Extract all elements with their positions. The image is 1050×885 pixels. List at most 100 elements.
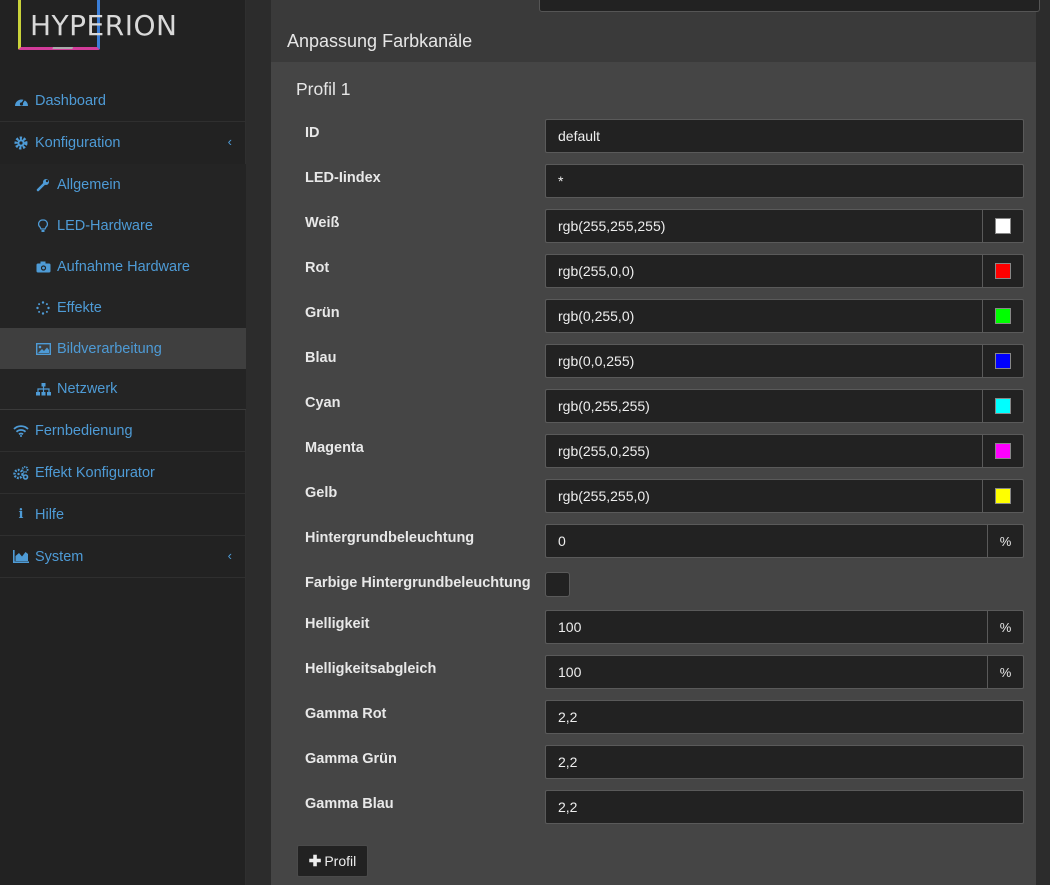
gear-icon <box>12 135 30 151</box>
red-label: Rot <box>305 260 330 276</box>
id-field[interactable]: default <box>545 119 1024 153</box>
chevron-left-icon: ‹ <box>227 134 232 149</box>
gamma-blue-label: Gamma Blau <box>305 796 394 812</box>
sidebar-item-allgemein[interactable]: Allgemein <box>0 164 246 205</box>
magenta-swatch <box>995 443 1011 459</box>
white-swatch <box>995 218 1011 234</box>
brightness-label: Helligkeit <box>305 616 370 632</box>
sidebar-item-label: Netzwerk <box>57 381 118 397</box>
green-swatch <box>995 308 1011 324</box>
yellow-label: Gelb <box>305 485 338 501</box>
info-icon: i <box>18 507 24 522</box>
blue-swatch <box>995 353 1011 369</box>
cyan-color-picker[interactable] <box>982 389 1024 423</box>
sidebar-item-label: Dashboard <box>35 92 106 109</box>
brightness-comp-label: Helligkeitsabgleich <box>305 661 437 677</box>
brightness-comp-unit: % <box>987 655 1024 689</box>
profile-title: Profil 1 <box>296 79 351 99</box>
logo-stand <box>50 47 74 53</box>
cyan-label: Cyan <box>305 395 341 411</box>
sidebar-item-label: Bildverarbeitung <box>57 340 162 357</box>
sidebar-item-led-hardware[interactable]: LED-Hardware <box>0 205 246 246</box>
gamma-red-field[interactable]: 2,2 <box>545 700 1024 734</box>
sidebar-item-label: Effekte <box>57 299 102 316</box>
brightness-field[interactable]: 100 <box>545 610 988 644</box>
brightness-comp-field[interactable]: 100 <box>545 655 988 689</box>
sidebar-item-label: Konfiguration <box>35 135 121 151</box>
gamma-green-label: Gamma Grün <box>305 751 397 767</box>
image-icon <box>34 341 52 357</box>
sidebar-item-bildverarbeitung[interactable]: Bildverarbeitung <box>0 328 246 369</box>
magenta-color-picker[interactable] <box>982 434 1024 468</box>
sidebar-item-label: LED-Hardware <box>57 217 153 234</box>
wrench-icon <box>34 177 52 193</box>
backlight-unit: % <box>987 524 1024 558</box>
sidebar-item-fernbedienung[interactable]: Fernbedienung <box>0 410 246 452</box>
app-root: HYPERION Dashboard Konfiguration ‹ Allge… <box>0 0 1050 885</box>
blue-label: Blau <box>305 350 337 366</box>
sitemap-icon <box>34 381 52 397</box>
green-label: Grün <box>305 305 340 321</box>
red-color-picker[interactable] <box>982 254 1024 288</box>
brightness-unit: % <box>987 610 1024 644</box>
add-profile-label: Profil <box>324 853 357 869</box>
camera-icon <box>34 259 52 275</box>
sidebar-item-system[interactable]: System ‹ <box>0 536 246 578</box>
blue-color-field[interactable]: rgb(0,0,255) <box>545 344 983 378</box>
led-index-field[interactable]: * <box>545 164 1024 198</box>
wifi-icon <box>12 423 30 439</box>
spinner-icon <box>34 300 52 316</box>
add-profile-button[interactable]: ✚ Profil <box>297 845 368 877</box>
colored-backlight-label: Farbige Hintergrundbeleuchtung <box>305 575 531 591</box>
cyan-color-field[interactable]: rgb(0,255,255) <box>545 389 983 423</box>
backlight-label: Hintergrundbeleuchtung <box>305 530 475 546</box>
section-title: Anpassung Farbkanäle <box>287 31 473 51</box>
dashboard-icon <box>12 93 30 109</box>
backlight-field[interactable]: 0 <box>545 524 988 558</box>
sidebar-submenu: Allgemein LED-Hardware Aufnahme Hardware <box>0 164 246 410</box>
magenta-color-field[interactable]: rgb(255,0,255) <box>545 434 983 468</box>
sidebar-item-label: Aufnahme Hardware <box>57 258 190 275</box>
magenta-label: Magenta <box>305 440 364 456</box>
yellow-swatch <box>995 488 1011 504</box>
logo-text: HYPERION <box>30 9 178 42</box>
yellow-color-picker[interactable] <box>982 479 1024 513</box>
sidebar-item-label: Allgemein <box>57 176 121 193</box>
sidebar-item-label: Fernbedienung <box>35 422 133 439</box>
white-label: Weiß <box>305 215 340 231</box>
gamma-blue-field[interactable]: 2,2 <box>545 790 1024 824</box>
chart-icon <box>12 549 30 565</box>
sidebar-item-label: Effekt Konfigurator <box>35 464 155 481</box>
green-color-field[interactable]: rgb(0,255,0) <box>545 299 983 333</box>
green-color-picker[interactable] <box>982 299 1024 333</box>
sidebar-item-effekt-konfigurator[interactable]: Effekt Konfigurator <box>0 452 246 494</box>
id-label: ID <box>305 125 320 141</box>
red-swatch <box>995 263 1011 279</box>
led-index-label: LED-Iindex <box>305 170 381 186</box>
sidebar-item-hilfe[interactable]: i Hilfe <box>0 494 246 536</box>
blue-color-picker[interactable] <box>982 344 1024 378</box>
sidebar-item-effekte[interactable]: Effekte <box>0 287 246 328</box>
white-color-field[interactable]: rgb(255,255,255) <box>545 209 983 243</box>
gamma-green-field[interactable]: 2,2 <box>545 745 1024 779</box>
colored-backlight-checkbox[interactable] <box>545 572 570 597</box>
sidebar-item-aufnahme-hardware[interactable]: Aufnahme Hardware <box>0 246 246 287</box>
yellow-color-field[interactable]: rgb(255,255,0) <box>545 479 983 513</box>
gamma-red-label: Gamma Rot <box>305 706 387 722</box>
sidebar: HYPERION Dashboard Konfiguration ‹ Allge… <box>0 0 246 885</box>
top-select[interactable]: ▾ <box>539 0 1040 12</box>
cyan-swatch <box>995 398 1011 414</box>
white-color-picker[interactable] <box>982 209 1024 243</box>
hyperion-logo[interactable]: HYPERION <box>16 0 196 53</box>
sidebar-item-netzwerk[interactable]: Netzwerk <box>0 369 246 410</box>
sidebar-item-label: System <box>35 548 84 565</box>
sidebar-item-dashboard[interactable]: Dashboard <box>0 80 246 122</box>
plus-icon: ✚ <box>308 853 322 870</box>
sidebar-item-konfiguration[interactable]: Konfiguration ‹ <box>0 122 246 164</box>
sidebar-item-label: Hilfe <box>35 506 65 523</box>
lightbulb-icon <box>34 218 52 234</box>
gears-icon <box>12 465 30 481</box>
chevron-left-icon: ‹ <box>227 548 232 563</box>
sidebar-nav: Dashboard Konfiguration ‹ Allgemein LED-… <box>0 80 246 578</box>
red-color-field[interactable]: rgb(255,0,0) <box>545 254 983 288</box>
